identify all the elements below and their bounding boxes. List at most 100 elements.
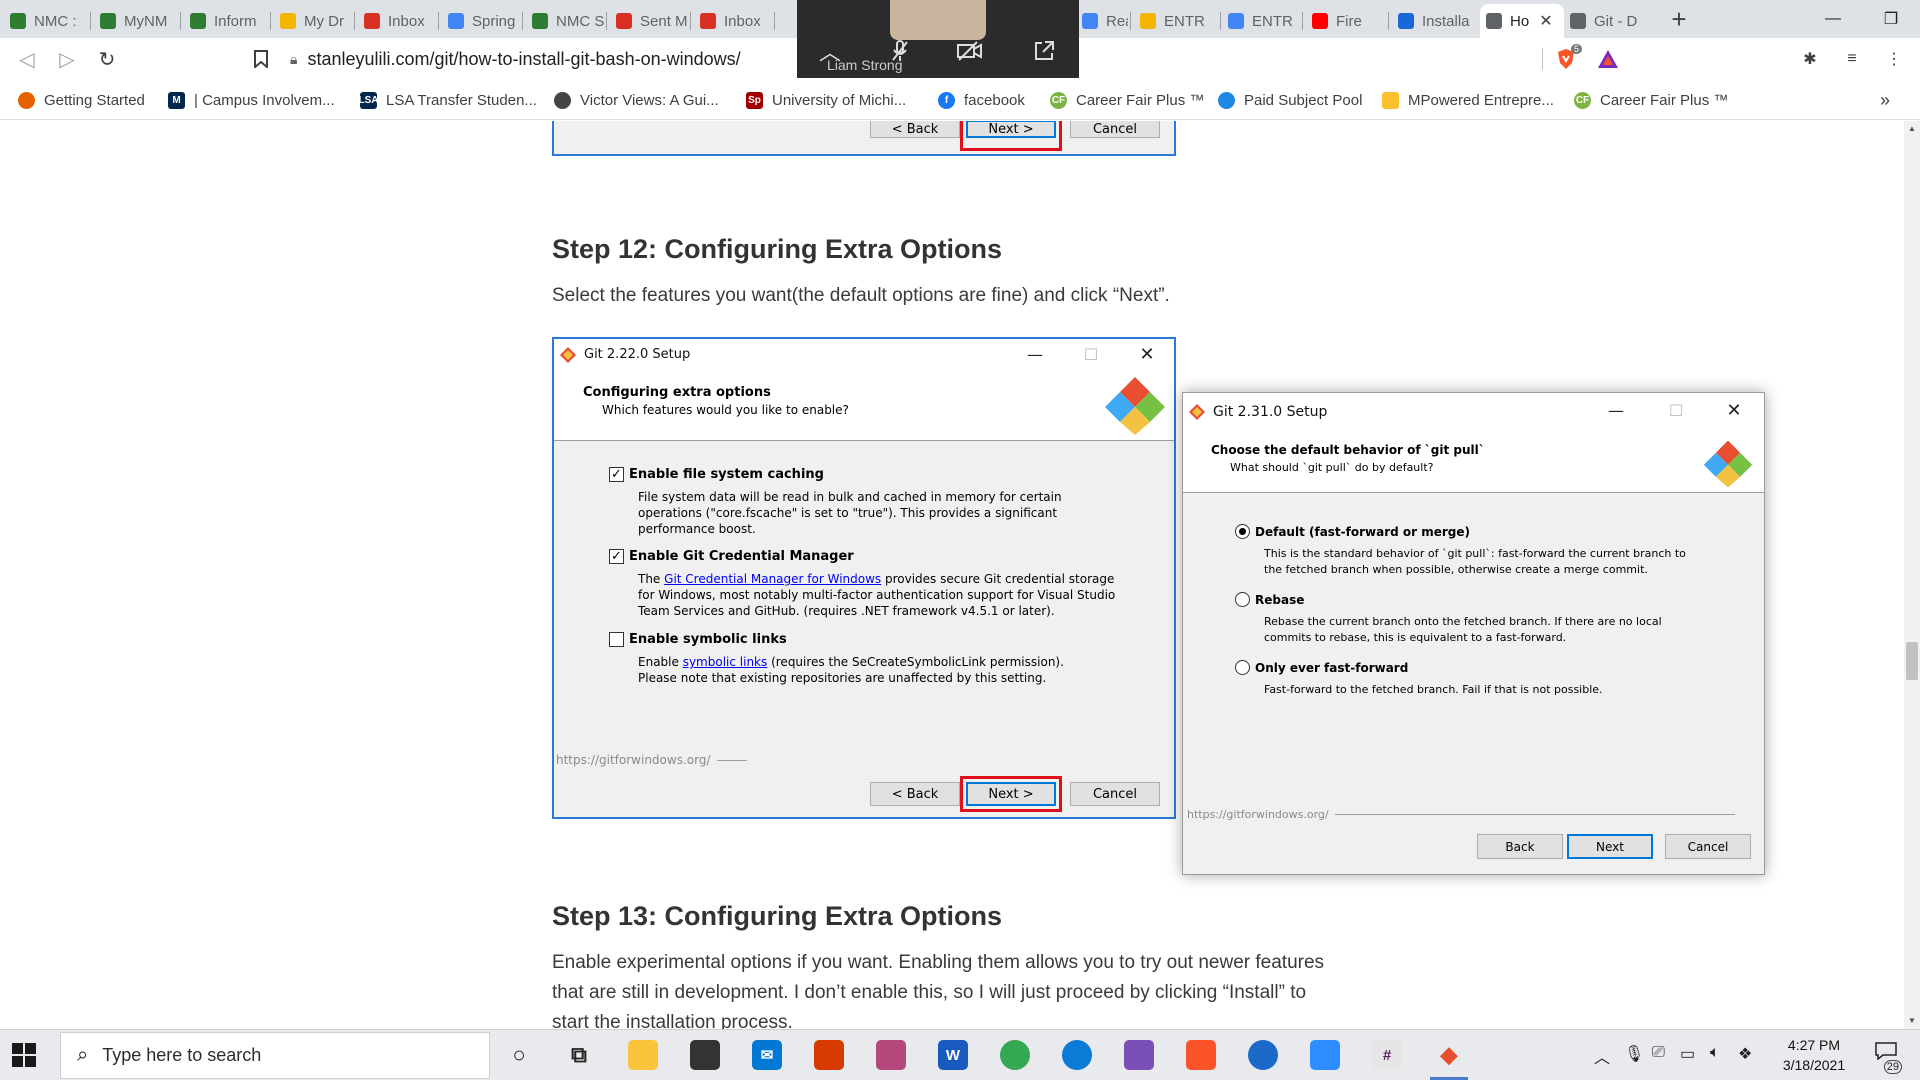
pop-out-icon[interactable] (1029, 36, 1059, 66)
brave-rewards-icon[interactable] (1596, 47, 1620, 71)
volume-icon[interactable]: 🔈︎ (1710, 1044, 1720, 1062)
office-icon[interactable] (810, 1036, 848, 1074)
minimize-icon[interactable]: — (1020, 343, 1050, 367)
page-scrollbar[interactable] (1904, 121, 1920, 1029)
bookmark-item[interactable]: Sp University of Michi... (746, 88, 906, 112)
battery-saver-icon[interactable]: ⎚ (1652, 1044, 1665, 1062)
browser-tab[interactable]: NMC S (526, 4, 604, 38)
browser-tab[interactable]: Inbox (358, 4, 436, 38)
browser-tab[interactable]: ENTR (1134, 4, 1218, 38)
browser-tab[interactable]: My Dr (274, 4, 352, 38)
scroll-thumb[interactable] (1906, 642, 1918, 680)
back-button[interactable]: < Back (870, 121, 960, 138)
bookmark-item[interactable]: Victor Views: A Gui... (554, 88, 719, 112)
bookmark-item[interactable]: M | Campus Involvem... (168, 88, 335, 112)
scroll-up-icon[interactable]: ▲ (1904, 121, 1920, 137)
maximize-icon[interactable]: ☐ (1661, 399, 1691, 423)
camera-off-icon[interactable] (955, 36, 985, 66)
forward-arrow-icon[interactable]: ▷ (52, 44, 82, 74)
bookmark-item[interactable]: MPowered Entrepre... (1382, 88, 1554, 112)
bookmarks-overflow-button[interactable]: » (1880, 88, 1890, 112)
edge-icon[interactable] (1058, 1036, 1096, 1074)
task-view-icon[interactable]: ⧉ (560, 1036, 598, 1074)
brave-shield-icon[interactable]: 5 (1554, 44, 1582, 71)
taskbar-search-box[interactable]: ⌕ Type here to search (60, 1032, 490, 1079)
browser-tab[interactable]: ENTR (1222, 4, 1300, 38)
option-help-link[interactable]: symbolic links (683, 655, 768, 669)
close-tab-icon[interactable]: ✕ (1539, 11, 1552, 31)
feature-checkbox-option[interactable]: Enable symbolic links (609, 632, 787, 647)
bookmark-page-icon[interactable] (246, 44, 276, 74)
brave-icon[interactable] (1182, 1036, 1220, 1074)
option-help-link[interactable]: Git Credential Manager for Windows (664, 572, 881, 586)
browser-tab[interactable]: Fire (1306, 4, 1386, 38)
battery-icon[interactable]: ▭ (1680, 1044, 1695, 1064)
back-arrow-icon[interactable]: ◁ (12, 44, 42, 74)
zoom-icon[interactable] (1306, 1036, 1344, 1074)
new-tab-button[interactable]: + (1664, 4, 1694, 34)
snip-icon[interactable] (872, 1036, 910, 1074)
notification-center-icon[interactable]: 29 (1872, 1042, 1902, 1074)
browser-tab[interactable]: Readin (1076, 4, 1128, 38)
git-gui-icon[interactable] (1244, 1036, 1282, 1074)
radio-unselected-icon[interactable] (1235, 592, 1250, 607)
browser-tab[interactable]: NMC : (4, 4, 88, 38)
extensions-icon[interactable]: ✱ (1798, 47, 1822, 71)
cancel-button[interactable]: Cancel (1070, 782, 1160, 806)
feature-checkbox-option[interactable]: ✓ Enable Git Credential Manager (609, 549, 854, 564)
mail-icon[interactable]: ✉ (748, 1036, 786, 1074)
pull-behavior-radio-option[interactable]: Rebase (1235, 592, 1304, 607)
checkbox-checked-icon[interactable]: ✓ (609, 549, 624, 564)
browser-tab[interactable]: Installa (1392, 4, 1476, 38)
pull-behavior-radio-option[interactable]: Default (fast-forward or merge) (1235, 524, 1470, 539)
cancel-button[interactable]: Cancel (1070, 121, 1160, 138)
browser-tab[interactable]: Inbox (694, 4, 772, 38)
git-setup-icon[interactable]: ◆ (1430, 1036, 1468, 1080)
radio-selected-icon[interactable] (1235, 524, 1250, 539)
windows-start-icon[interactable] (12, 1043, 36, 1067)
close-icon[interactable]: ✕ (1132, 343, 1162, 367)
restore-button[interactable]: ❐ (1862, 0, 1920, 38)
gitforwindows-link[interactable]: https://gitforwindows.org/ (1187, 808, 1735, 821)
media-controls-icon[interactable]: ≡ (1840, 47, 1864, 71)
bookmark-item[interactable]: LSA LSA Transfer Studen... (359, 88, 537, 112)
browser-tab[interactable]: MyNM (94, 4, 178, 38)
slack-icon[interactable]: # (1368, 1036, 1406, 1074)
bookmark-item[interactable]: f facebook (938, 88, 1025, 112)
browser-tab[interactable]: Sent M (610, 4, 688, 38)
pull-behavior-radio-option[interactable]: Only ever fast-forward (1235, 660, 1408, 675)
microphone-icon[interactable]: 🎙︎ (1624, 1044, 1644, 1064)
reload-icon[interactable]: ↻ (92, 44, 122, 74)
show-hidden-icons-icon[interactable]: ︿ (1594, 1044, 1610, 1068)
menu-icon[interactable]: ⋮ (1882, 47, 1906, 71)
store-icon[interactable] (686, 1036, 724, 1074)
browser-tab[interactable]: Spring (442, 4, 520, 38)
bookmark-item[interactable]: CF Career Fair Plus ™ (1050, 88, 1204, 112)
checkbox-unchecked-icon[interactable] (609, 632, 624, 647)
cortana-icon[interactable]: ○ (500, 1036, 538, 1074)
word-icon[interactable]: W (934, 1036, 972, 1074)
dropbox-icon[interactable]: ❖ (1738, 1044, 1752, 1064)
browser-tab[interactable]: Inform (184, 4, 268, 38)
gitforwindows-link[interactable]: https://gitforwindows.org/ (556, 753, 747, 767)
back-button[interactable]: < Back (870, 782, 960, 806)
feature-checkbox-option[interactable]: ✓ Enable file system caching (609, 467, 824, 482)
radio-unselected-icon[interactable] (1235, 660, 1250, 675)
bookmark-item[interactable]: Paid Subject Pool (1218, 88, 1362, 112)
checkbox-checked-icon[interactable]: ✓ (609, 467, 624, 482)
minimize-button[interactable]: — (1804, 0, 1862, 38)
bookmark-item[interactable]: Getting Started (18, 88, 145, 112)
browser-tab[interactable]: Ho ✕ (1480, 4, 1564, 38)
system-clock[interactable]: 4:27 PM 3/18/2021 (1769, 1035, 1859, 1075)
chrome-icon[interactable] (996, 1036, 1034, 1074)
scroll-down-icon[interactable]: ▼ (1904, 1013, 1920, 1029)
browser-tab[interactable]: Git - D (1564, 4, 1652, 38)
file-explorer-icon[interactable] (624, 1036, 662, 1074)
close-icon[interactable]: ✕ (1719, 399, 1749, 423)
maximize-icon[interactable]: ☐ (1076, 343, 1106, 367)
next-button[interactable]: Next (1567, 834, 1653, 859)
bookmark-item[interactable]: CF Career Fair Plus ™ (1574, 88, 1728, 112)
cancel-button[interactable]: Cancel (1665, 834, 1751, 859)
minimize-icon[interactable]: — (1601, 399, 1631, 423)
back-button[interactable]: Back (1477, 834, 1563, 859)
